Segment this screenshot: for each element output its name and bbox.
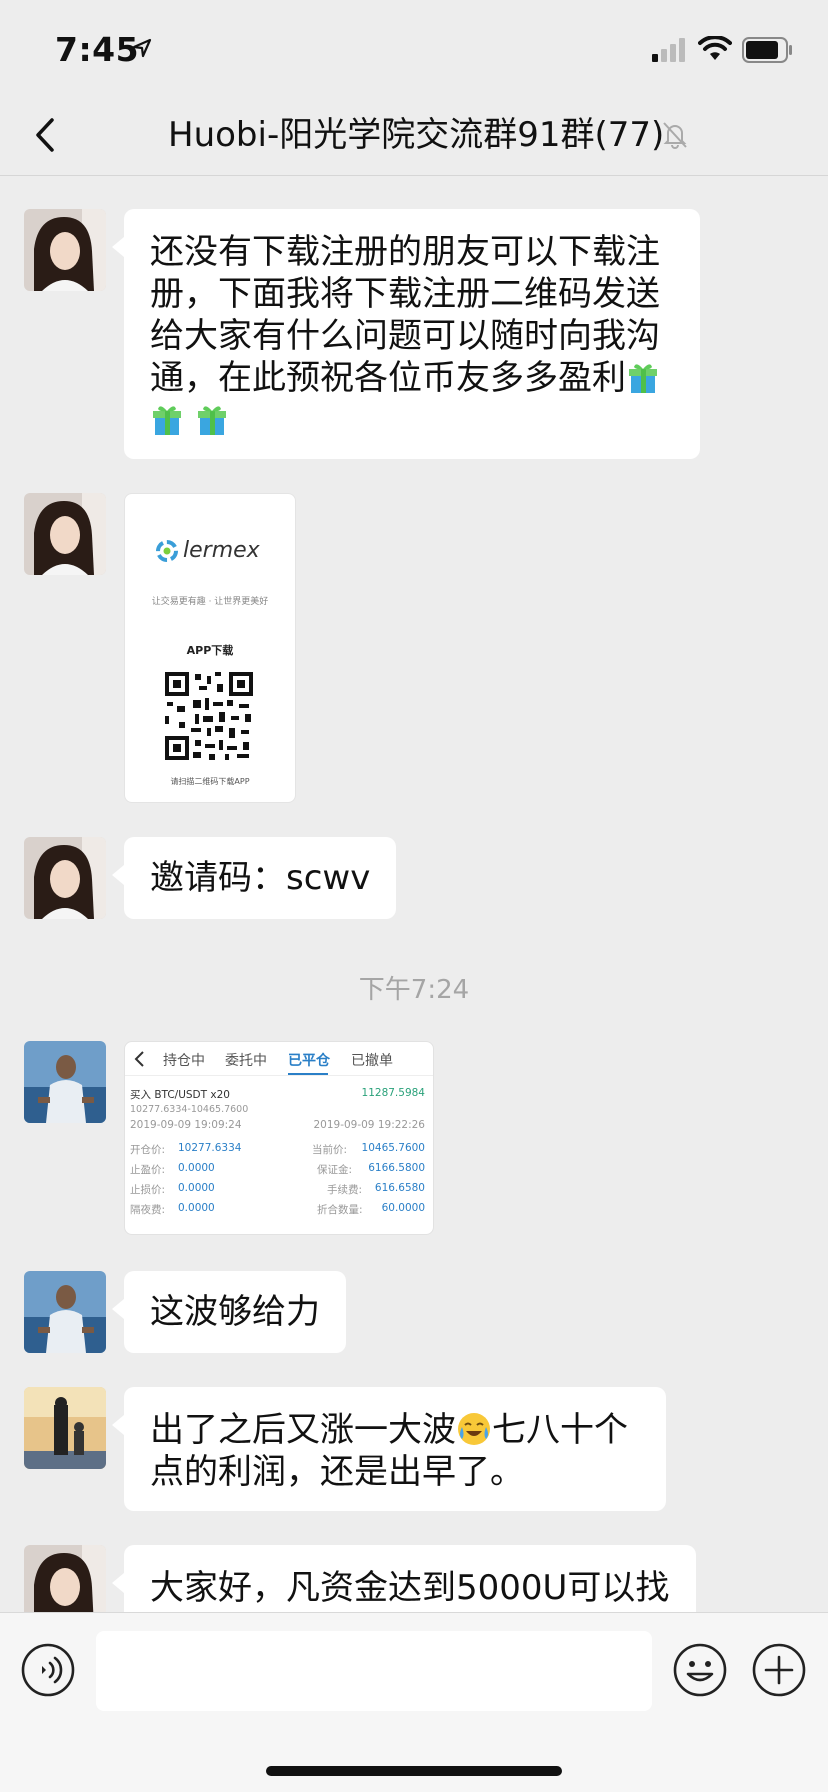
tab-cancelled: 已撤单 [351,1053,393,1069]
margin-label: 保证金: [317,1164,353,1176]
input-bar [0,1612,828,1792]
message-bubble[interactable]: 邀请码：scwv [111,837,397,919]
current-price-label: 当前价: [312,1144,348,1156]
plus-icon[interactable] [751,1642,807,1698]
status-time: 7:45 [55,30,140,69]
message-text: 出了之后又涨一大波 [150,1410,456,1450]
stop-loss-label: 止损价: [130,1184,166,1196]
open-price-label: 开仓价: [130,1144,166,1156]
message-bubble[interactable]: 出了之后又涨一大波 七八十个点的利润，还是出早了。 [112,1387,666,1511]
timestamp: 下午7:24 [358,975,470,1005]
avatar[interactable] [24,1271,106,1353]
overnight: 0.0000 [178,1202,215,1214]
gift-icon [153,406,181,435]
avatar[interactable] [24,1041,106,1123]
gift-icon [197,406,226,435]
back-chevron-icon[interactable] [26,110,66,160]
status-bar: 7:45 [0,0,828,96]
message-text: 大家好，凡资金达到5000U可以找 [150,1568,670,1608]
message-list[interactable]: 还没有下载注册的朋友可以下载注册，下面我将下载注册二维码发送给大家有什么问题可以… [0,177,828,1612]
trade-pair: 买入 BTC/USDT x20 [130,1089,230,1101]
message-text: 这波够给力 [150,1292,320,1332]
wifi-icon [698,36,732,60]
open-price: 10277.6334 [178,1142,242,1154]
chat-title[interactable]: Huobi-阳光学院交流群91群(77) [168,110,664,160]
stop-loss: 0.0000 [178,1182,215,1194]
trade-open-time: 2019-09-09 19:09:24 [130,1119,242,1131]
overnight-label: 隔夜费: [130,1204,166,1216]
tab-pending: 委托中 [225,1053,267,1069]
qr-slogan: 让交易更有趣 · 让世界更美好 [151,597,269,607]
trade-tabs: 持仓中 委托中 已平仓 已撤单 [125,1042,433,1076]
current-price: 10465.7600 [361,1142,425,1154]
avatar[interactable] [24,209,106,291]
avatar[interactable] [24,1545,106,1612]
fee-label: 手续费: [327,1184,363,1196]
back-chevron-icon [134,1051,144,1067]
home-indicator [266,1766,562,1776]
message-input[interactable] [96,1631,652,1711]
take-profit: 0.0000 [178,1162,215,1174]
message-bubble[interactable]: 还没有下载注册的朋友可以下载注册，下面我将下载注册二维码发送给大家有什么问题可以… [112,209,700,459]
voice-icon[interactable] [20,1642,76,1698]
active-tab-indicator [288,1073,328,1075]
message-text: 还没有下载注册的朋友可以下载注册，下面我将下载注册二维码发送给大家有什么问题可以… [150,232,660,398]
qty: 60.0000 [381,1202,425,1214]
trade-range: 10277.6334-10465.7600 [130,1104,249,1115]
margin: 6166.5800 [368,1162,425,1174]
message-bubble[interactable]: 这波够给力 [112,1271,346,1353]
trade-screenshot-message[interactable]: 持仓中 委托中 已平仓 已撤单 买入 BTC/USDT x20 11287.59… [124,1041,434,1235]
fee: 616.6580 [374,1182,425,1194]
crying-laugh-emoji-icon [458,1413,490,1445]
qr-app-label: APP下载 [186,644,234,657]
take-profit-label: 止盈价: [130,1164,166,1176]
location-arrow-icon [132,38,152,58]
battery-icon [742,37,792,63]
avatar[interactable] [24,837,106,919]
qr-code-icon [165,672,253,760]
trade-close-time: 2019-09-09 19:22:26 [313,1119,425,1131]
mute-bell-icon [663,122,687,149]
message-bubble[interactable]: 大家好，凡资金达到5000U可以找 [112,1545,696,1612]
qr-footer: 请扫描二维码下载APP [170,777,250,786]
trade-profit: 11287.5984 [361,1087,425,1099]
message-text: 邀请码：scwv [150,858,371,898]
chat-header: Huobi-阳光学院交流群91群(77) [0,96,828,176]
signal-icon [652,38,685,62]
tab-closed: 已平仓 [288,1053,330,1069]
tab-holding: 持仓中 [163,1053,205,1069]
brand-name: lermex [183,538,260,563]
avatar[interactable] [24,493,106,575]
emoji-icon[interactable] [672,1642,728,1698]
gift-icon [629,364,657,393]
qr-image-message[interactable]: lermex 让交易更有趣 · 让世界更美好 APP下载 请扫描二维码下载APP [124,493,296,803]
qty-label: 折合数量: [317,1204,363,1216]
avatar[interactable] [24,1387,106,1469]
